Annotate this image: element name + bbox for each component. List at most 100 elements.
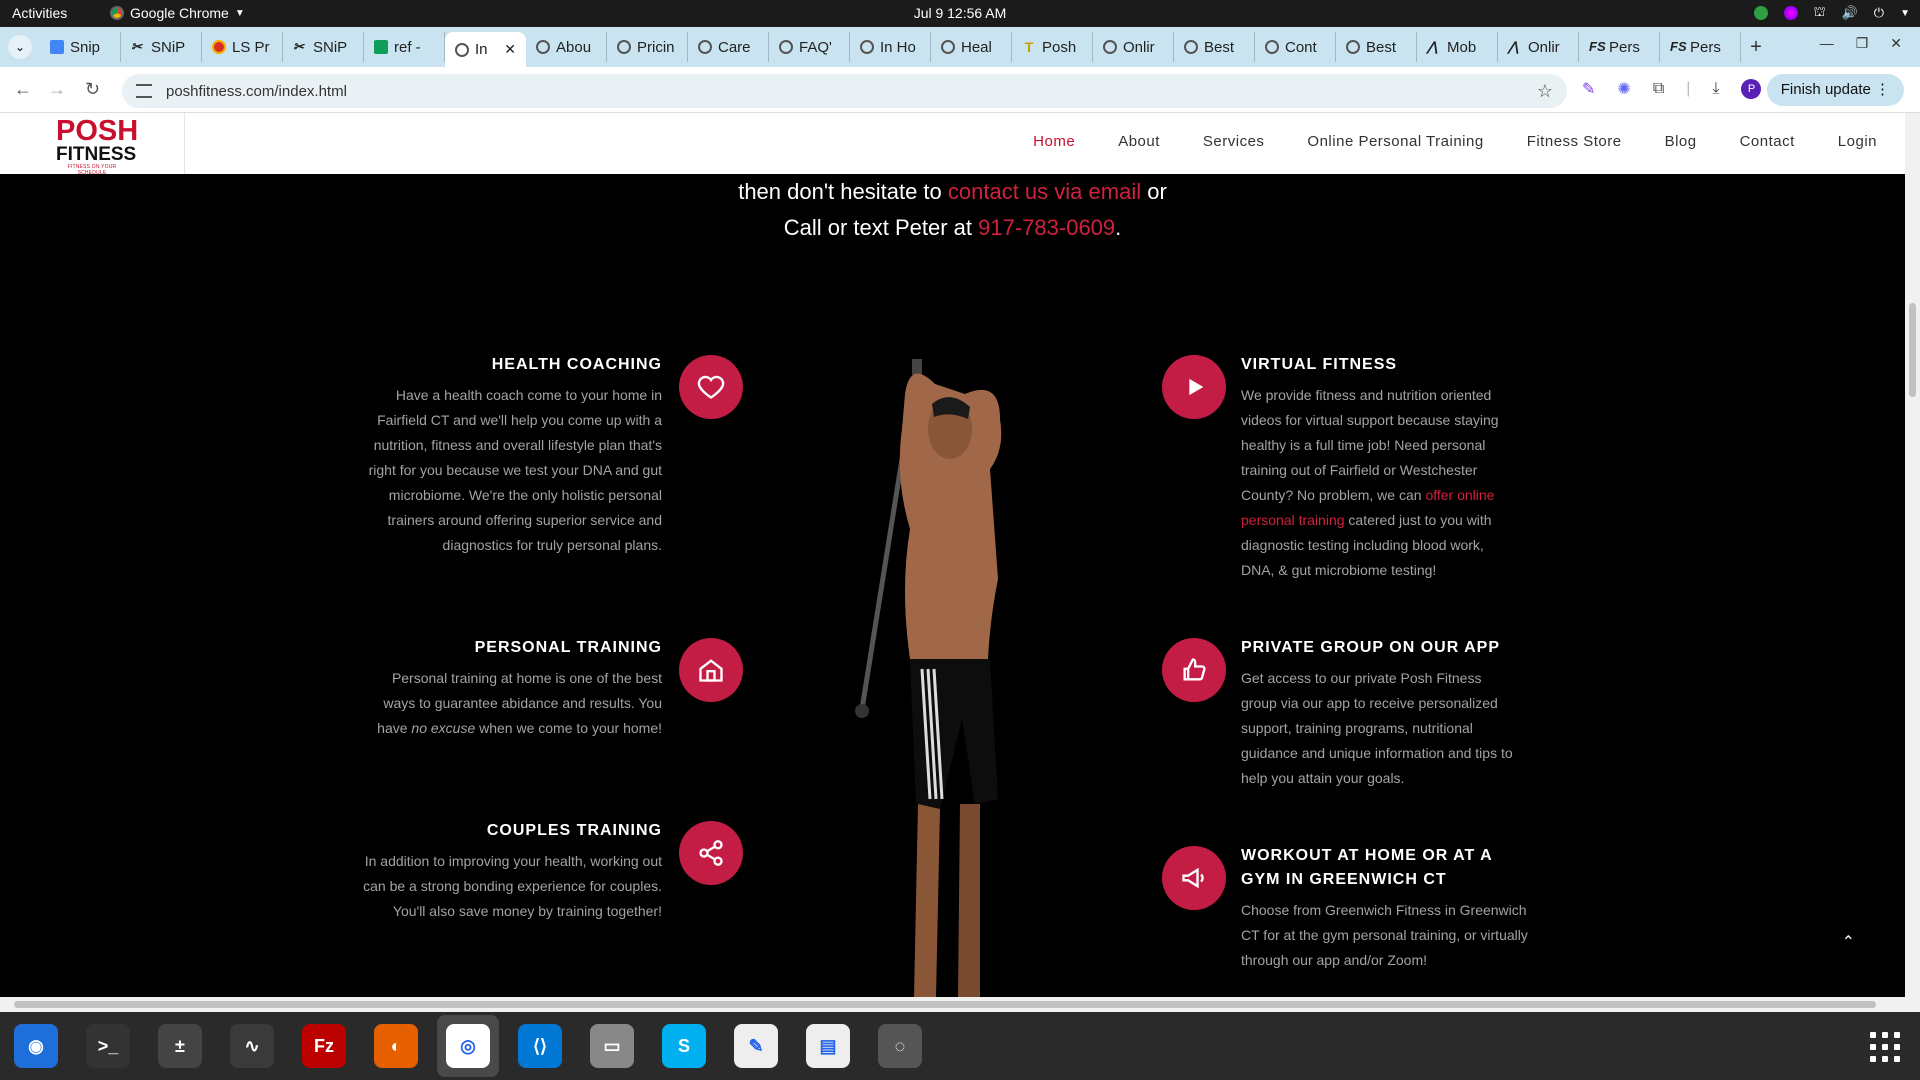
contact-callout: then don't hesitate to contact us via em…	[0, 174, 1905, 246]
files-icon[interactable]: ▭	[588, 1022, 636, 1070]
color-icon[interactable]	[1783, 6, 1798, 20]
tab[interactable]: Onlir	[1093, 32, 1174, 62]
filezilla-icon[interactable]: Fz	[300, 1022, 348, 1070]
firefox-icon[interactable]: ◐	[372, 1022, 420, 1070]
shield-icon[interactable]	[1753, 6, 1768, 20]
snip-icon: ✂	[131, 39, 142, 54]
tab[interactable]: Care	[688, 32, 769, 62]
tab[interactable]: ✂ SNiP	[121, 32, 202, 62]
tab[interactable]: LS Pr	[202, 32, 283, 62]
vertical-scrollbar[interactable]	[1905, 113, 1920, 997]
address-bar[interactable]: poshfitness.com/index.html ☆	[122, 74, 1567, 108]
power-icon[interactable]: ⏻	[1874, 5, 1884, 21]
nav-item-blog[interactable]: Blog	[1665, 133, 1697, 150]
service-text-part: when we come to your home!	[475, 720, 662, 736]
document-viewer-icon[interactable]: ▤	[804, 1022, 852, 1070]
tab-label: Mob	[1447, 38, 1477, 56]
tab-label: In	[475, 41, 488, 58]
nav-item-contact[interactable]: Contact	[1740, 133, 1795, 150]
calculator-icon[interactable]: ±	[156, 1022, 204, 1070]
nav-item-home[interactable]: Home	[1033, 133, 1075, 150]
main-nav: Home About Services Online Personal Trainin…	[1033, 133, 1877, 150]
contact-text: Call or text Peter at	[783, 215, 979, 240]
tab[interactable]: Heal	[931, 32, 1012, 62]
tab[interactable]: FAQ'	[769, 32, 850, 62]
terminal-icon[interactable]: >_	[84, 1022, 132, 1070]
nav-item-fitness-store[interactable]: Fitness Store	[1527, 133, 1622, 150]
tab[interactable]: Cont	[1255, 32, 1336, 62]
docs-icon	[50, 40, 64, 54]
tab[interactable]: FS Pers	[1660, 32, 1741, 62]
network-icon[interactable]: ⛫	[1814, 4, 1826, 22]
tab[interactable]: FS Pers	[1579, 32, 1660, 62]
skype-icon[interactable]: S	[660, 1022, 708, 1070]
system-tray[interactable]: ⛫ 🔊 ⏻ ▼	[1753, 4, 1910, 22]
contact-email-link[interactable]: contact us via email	[948, 179, 1141, 204]
chrome-icon[interactable]: ◎	[437, 1015, 499, 1077]
system-monitor-icon-glyph: ∿	[230, 1024, 274, 1068]
service-text: Get access to our private Posh Fitness g…	[1241, 670, 1513, 786]
fs-icon: FS	[1670, 39, 1687, 54]
phone-link[interactable]: 917-783-0609	[978, 215, 1115, 240]
tab[interactable]: In Ho	[850, 32, 931, 62]
tab[interactable]: ⋀ Onlir	[1498, 32, 1579, 62]
skype-icon-glyph: S	[662, 1024, 706, 1068]
nav-item-login[interactable]: Login	[1838, 133, 1877, 150]
tab[interactable]: ⋀ Mob	[1417, 32, 1498, 62]
tab[interactable]: Abou	[526, 32, 607, 62]
finder-icon[interactable]: ◉	[12, 1022, 60, 1070]
horizontal-scrollbar[interactable]	[0, 997, 1920, 1012]
scrollbar-thumb[interactable]	[1909, 303, 1916, 397]
site-info-icon[interactable]	[136, 84, 152, 98]
download-icon[interactable]: ⤓	[1712, 80, 1719, 98]
vscode-icon[interactable]: ⟨⟩	[516, 1022, 564, 1070]
tab-search-button[interactable]: ⌄	[8, 35, 32, 59]
clock[interactable]: Jul 9 12:56 AM	[0, 5, 1920, 21]
system-monitor-icon[interactable]: ∿	[228, 1022, 276, 1070]
tab[interactable]: In ✕	[445, 32, 526, 67]
volume-icon[interactable]: 🔊	[1842, 5, 1858, 21]
service-couples-training: COUPLES TRAINING In addition to improvin…	[360, 819, 662, 924]
url-text[interactable]: poshfitness.com/index.html	[166, 83, 347, 100]
bookmark-star-icon[interactable]: ☆	[1537, 81, 1553, 102]
nav-item-about[interactable]: About	[1118, 133, 1160, 150]
tab[interactable]: ref -	[364, 32, 445, 62]
chevron-down-icon[interactable]: ▼	[1900, 8, 1910, 19]
disk-icon[interactable]: ◌	[876, 1022, 924, 1070]
minimize-icon[interactable]: —	[1820, 35, 1834, 52]
scrollbar-thumb[interactable]	[14, 1001, 1876, 1008]
site-logo[interactable]: POSH FITNESS FITNESS ON YOUR SCHEDULE	[56, 117, 138, 177]
gear-extension-icon[interactable]: ✺	[1617, 79, 1630, 99]
service-personal-training: PERSONAL TRAINING Personal training at h…	[360, 636, 662, 741]
back-icon[interactable]: ←	[14, 79, 32, 100]
tab[interactable]: T Posh	[1012, 32, 1093, 62]
close-icon[interactable]: ✕	[1890, 35, 1902, 52]
tab[interactable]: Snip	[40, 32, 121, 62]
scroll-to-top-button[interactable]: ⌃	[1842, 932, 1855, 952]
calculator-icon-glyph: ±	[158, 1024, 202, 1068]
megaphone-icon	[1162, 846, 1226, 910]
service-text-part: We provide fitness and nutrition oriente…	[1241, 387, 1499, 503]
tab-strip: ⌄ Snip ✂ SNiP LS Pr ✂ SNiP ref - In ✕ Abou Pricin…	[0, 27, 1920, 67]
new-tab-button[interactable]: +	[1741, 32, 1771, 62]
tab[interactable]: Pricin	[607, 32, 688, 62]
tab-label: Best	[1366, 38, 1397, 56]
nav-item-online-personal-training[interactable]: Online Personal Training	[1307, 133, 1483, 150]
pen-extension-icon[interactable]: ✎	[1582, 79, 1595, 99]
maximize-icon[interactable]: ❐	[1856, 35, 1869, 52]
puzzle-icon[interactable]: ⧉	[1653, 80, 1664, 98]
share-icon	[679, 821, 743, 885]
close-tab-icon[interactable]: ✕	[504, 41, 516, 58]
nav-item-services[interactable]: Services	[1203, 133, 1265, 150]
show-apps-icon[interactable]	[1870, 1032, 1900, 1062]
tab-label: Heal	[961, 38, 992, 56]
forward-icon[interactable]: →	[48, 79, 66, 100]
tab[interactable]: Best	[1174, 32, 1255, 62]
avatar[interactable]: P	[1741, 79, 1762, 99]
vscode-icon-glyph: ⟨⟩	[518, 1024, 562, 1068]
text-editor-icon[interactable]: ✎	[732, 1022, 780, 1070]
tab[interactable]: Best	[1336, 32, 1417, 62]
tab[interactable]: ✂ SNiP	[283, 32, 364, 62]
finish-update-button[interactable]: Finish update ⋮	[1766, 74, 1904, 106]
reload-icon[interactable]: ↻	[85, 79, 100, 100]
